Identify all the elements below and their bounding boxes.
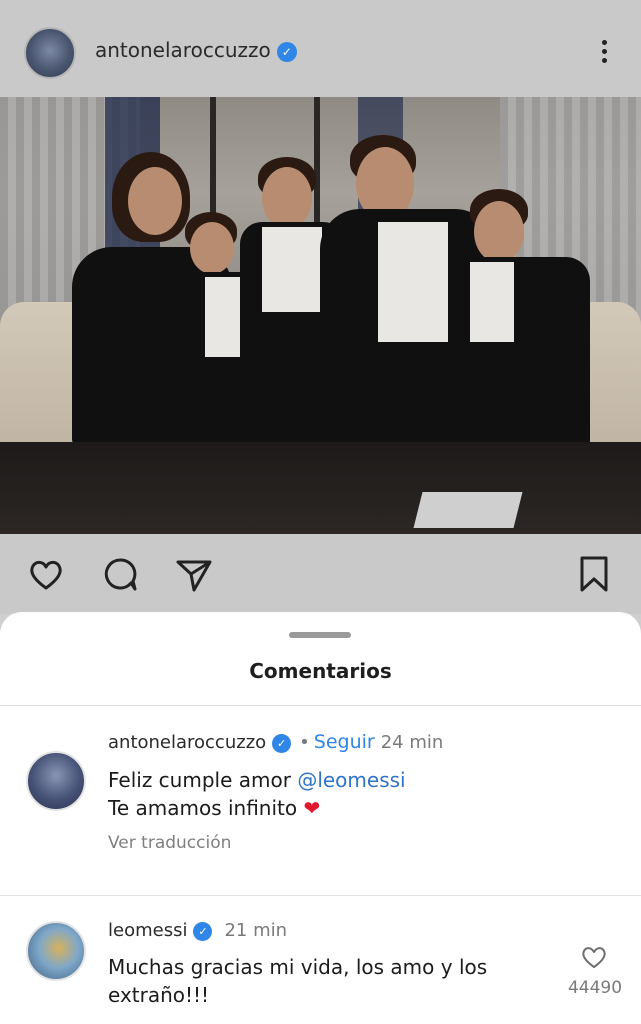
separator-dot: • [299, 732, 310, 753]
comment-text-line: Muchas gracias mi vida, los amo y los [108, 955, 488, 979]
comment-text: Muchas gracias mi vida, los amo y los ex… [108, 953, 487, 1009]
like-count: 44490 [567, 978, 623, 998]
post-author-avatar[interactable] [24, 27, 76, 79]
see-translation-link[interactable]: Ver traducción [108, 833, 231, 853]
heart-icon[interactable] [26, 554, 66, 594]
post-author-username[interactable]: antonelaroccuzzo ✓ [95, 38, 297, 62]
comment-text: Feliz cumple amor @leomessi Te amamos in… [108, 766, 406, 822]
comment-text-line: Feliz cumple amor [108, 768, 298, 792]
follow-button[interactable]: Seguir [314, 731, 375, 753]
mention-link[interactable]: @leomessi [297, 768, 405, 792]
verified-badge-icon: ✓ [272, 733, 292, 753]
comment-icon[interactable] [100, 554, 140, 594]
comment-timestamp: 21 min [224, 920, 288, 941]
sheet-drag-handle[interactable] [289, 632, 351, 638]
avatar[interactable] [26, 751, 86, 811]
comment-header: antonelaroccuzzo ✓ • Seguir 24 min [108, 731, 443, 753]
more-vertical-icon[interactable] [597, 40, 611, 70]
post-photo[interactable] [0, 97, 641, 534]
verified-badge-icon: ✓ [276, 41, 297, 62]
comments-sheet: Comentarios antonelaroccuzzo ✓ • Seguir 24 m… [0, 612, 641, 1024]
bookmark-icon[interactable] [574, 554, 614, 594]
sheet-title: Comentarios [249, 659, 392, 683]
comment-text-line: extraño!!! [108, 983, 210, 1007]
heart-emoji-icon: ❤ [303, 796, 321, 820]
post-header: antonelaroccuzzo ✓ [0, 0, 641, 97]
post-actions-bar [0, 534, 641, 614]
verified-badge-icon: ✓ [193, 921, 213, 941]
post-username-text: antonelaroccuzzo [95, 38, 271, 62]
comment-text-line: Te amamos infinito [108, 796, 304, 820]
comment-timestamp: 24 min [380, 732, 444, 753]
comment-item: antonelaroccuzzo ✓ • Seguir 24 min Feliz cum… [0, 705, 641, 895]
like-heart-icon[interactable] [580, 944, 608, 970]
comment-header: leomessi ✓ 21 min [108, 920, 287, 941]
comment-username[interactable]: antonelaroccuzzo [108, 732, 266, 753]
comment-username[interactable]: leomessi [108, 920, 187, 941]
share-icon[interactable] [174, 554, 214, 594]
avatar[interactable] [26, 921, 86, 981]
comment-item: leomessi ✓ 21 min Muchas gracias mi vida, … [0, 895, 641, 1024]
